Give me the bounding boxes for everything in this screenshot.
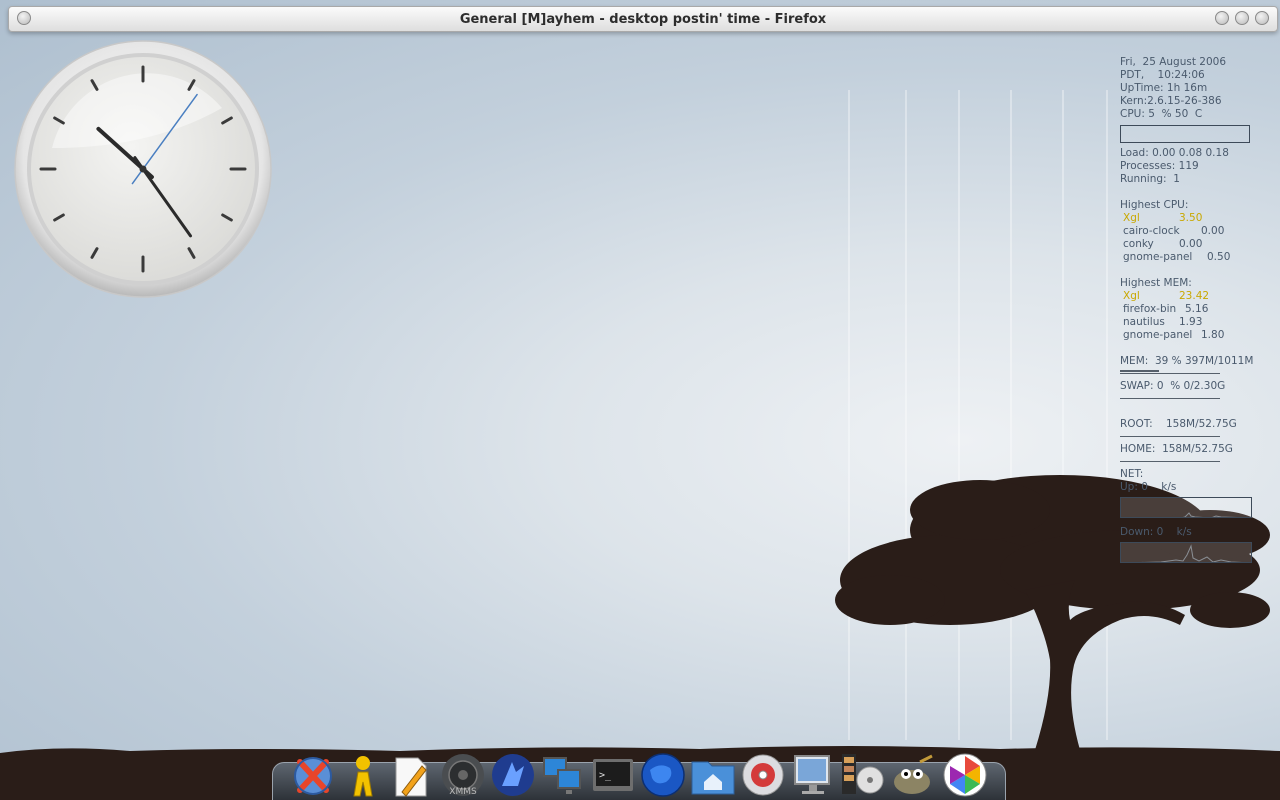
conky-root: ROOT: 158M/52.75G bbox=[1120, 418, 1237, 430]
highest-mem-label: Highest MEM: bbox=[1120, 277, 1192, 289]
svg-text:>_: >_ bbox=[599, 770, 612, 781]
maximize-button[interactable] bbox=[1235, 11, 1249, 25]
crossover-icon[interactable] bbox=[290, 752, 336, 798]
mem-process-value: 23.42 bbox=[1179, 290, 1210, 302]
wolf-icon[interactable] bbox=[490, 752, 536, 798]
cpu-process-row: cairo-clock 0.00 bbox=[1120, 225, 1276, 238]
conky-monitor: Fri, 25 August 2006 PDT, 10:24:06 UpTime… bbox=[1120, 56, 1276, 571]
cpu-process-row: Xgl 3.50 bbox=[1120, 212, 1276, 225]
cpu-process-name: Xgl bbox=[1123, 212, 1140, 224]
mem-bar bbox=[1120, 370, 1220, 374]
video-player-icon[interactable] bbox=[840, 752, 886, 798]
gimp-icon[interactable] bbox=[890, 752, 936, 798]
conky-swap: SWAP: 0 % 0/2.30G bbox=[1120, 380, 1226, 392]
window-menu-button[interactable] bbox=[17, 11, 31, 25]
mem-process-value: 5.16 bbox=[1185, 303, 1209, 315]
minimize-button[interactable] bbox=[1215, 11, 1229, 25]
swap-bar bbox=[1120, 395, 1220, 399]
home-bar bbox=[1120, 458, 1220, 462]
conky-net-label: NET: bbox=[1120, 468, 1144, 480]
terminal-icon[interactable]: >_ bbox=[590, 752, 636, 798]
cpu-bar bbox=[1120, 125, 1250, 143]
cpu-process-name: gnome-panel bbox=[1123, 251, 1193, 263]
net-down-graph bbox=[1120, 542, 1252, 563]
monitor-icon[interactable] bbox=[790, 752, 836, 798]
mem-process-row: Xgl 23.42 bbox=[1120, 290, 1276, 303]
home-folder-icon[interactable] bbox=[690, 752, 736, 798]
cpu-process-row: gnome-panel 0.50 bbox=[1120, 251, 1276, 264]
cpu-process-name: conky bbox=[1123, 238, 1154, 250]
mem-process-name: nautilus bbox=[1123, 316, 1165, 328]
cpu-process-value: 0.00 bbox=[1179, 238, 1203, 250]
conky-running: Running: 1 bbox=[1120, 173, 1180, 185]
close-button[interactable] bbox=[1255, 11, 1269, 25]
xmms-icon[interactable]: XMMS bbox=[440, 752, 486, 798]
cd-burner-icon[interactable] bbox=[740, 752, 786, 798]
window-title: General [M]ayhem - desktop postin' time … bbox=[459, 11, 827, 27]
conky-time: PDT, 10:24:06 bbox=[1120, 69, 1205, 81]
mem-process-row: gnome-panel 1.80 bbox=[1120, 329, 1276, 342]
messenger-icon[interactable] bbox=[340, 752, 386, 798]
globe-icon[interactable] bbox=[640, 752, 686, 798]
conky-processes: Processes: 119 bbox=[1120, 160, 1199, 172]
clock-center-cap bbox=[139, 165, 147, 173]
highest-cpu-label: Highest CPU: bbox=[1120, 199, 1189, 211]
cpu-process-value: 0.50 bbox=[1207, 251, 1231, 263]
conky-kernel: Kern:2.6.15-26-386 bbox=[1120, 95, 1222, 107]
mem-process-value: 1.80 bbox=[1201, 329, 1225, 341]
conky-load: Load: 0.00 0.08 0.18 bbox=[1120, 147, 1229, 159]
conky-cpu: CPU: 5 % 50 C bbox=[1120, 108, 1203, 120]
window-titlebar[interactable]: General [M]ayhem - desktop postin' time … bbox=[8, 6, 1278, 32]
mem-process-value: 1.93 bbox=[1179, 316, 1203, 328]
mem-process-row: nautilus 1.93 bbox=[1120, 316, 1276, 329]
picasa-icon[interactable] bbox=[942, 752, 988, 798]
cpu-process-value: 0.00 bbox=[1201, 225, 1225, 237]
conky-net-up: Up: 0 k/s bbox=[1120, 481, 1177, 493]
mem-process-name: firefox-bin bbox=[1123, 303, 1177, 315]
mem-process-name: gnome-panel bbox=[1123, 329, 1193, 341]
cpu-process-name: cairo-clock bbox=[1123, 225, 1180, 237]
root-bar bbox=[1120, 433, 1220, 437]
network-icon[interactable] bbox=[540, 752, 586, 798]
mem-process-row: firefox-bin 5.16 bbox=[1120, 303, 1276, 316]
net-up-graph bbox=[1120, 497, 1252, 518]
conky-date: Fri, 25 August 2006 bbox=[1120, 56, 1227, 68]
conky-uptime: UpTime: 1h 16m bbox=[1120, 82, 1208, 94]
cairo-clock[interactable] bbox=[12, 38, 274, 300]
cpu-process-row: conky 0.00 bbox=[1120, 238, 1276, 251]
cpu-process-value: 3.50 bbox=[1179, 212, 1203, 224]
conky-mem: MEM: 39 % 397M/1011M bbox=[1120, 355, 1254, 367]
conky-net-down: Down: 0 k/s bbox=[1120, 526, 1192, 538]
conky-home: HOME: 158M/52.75G bbox=[1120, 443, 1233, 455]
svg-text:XMMS: XMMS bbox=[449, 787, 477, 797]
text-editor-icon[interactable] bbox=[388, 752, 434, 798]
mem-bar-fill bbox=[1120, 370, 1159, 372]
mem-process-name: Xgl bbox=[1123, 290, 1140, 302]
